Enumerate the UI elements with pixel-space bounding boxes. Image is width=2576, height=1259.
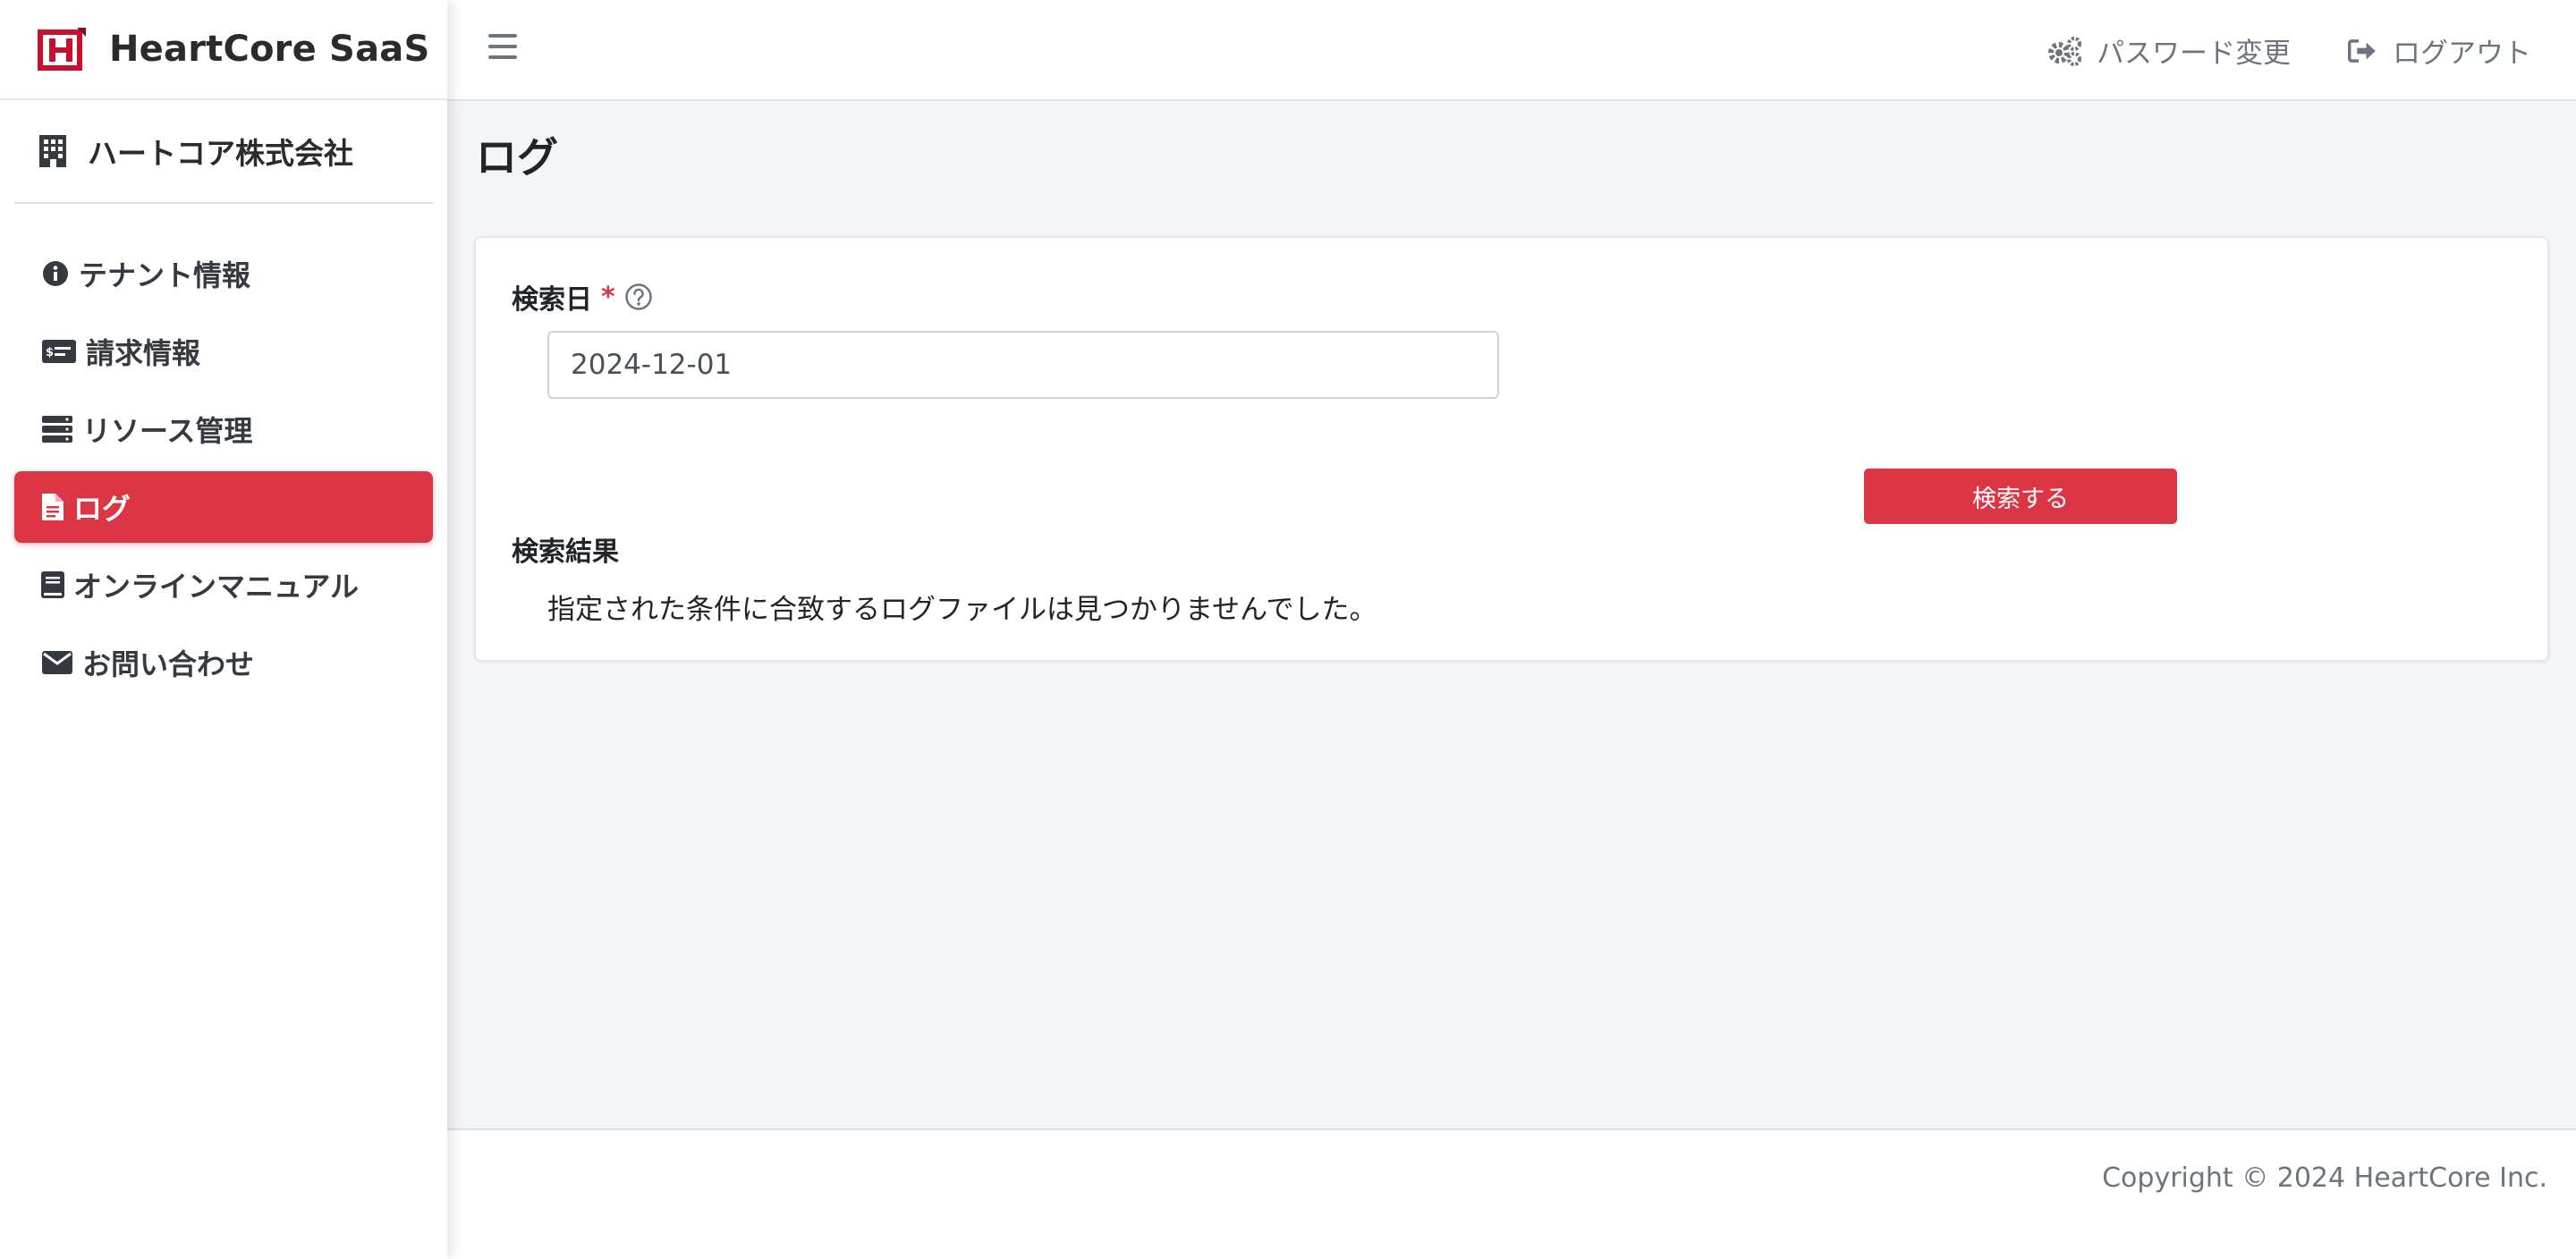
sidebar-item-online-manual[interactable]: オンラインマニュアル [14, 549, 433, 621]
svg-text:$: $ [46, 346, 54, 359]
copyright-text: Copyright © 2024 HeartCore Inc. [2102, 1162, 2547, 1194]
hamburger-icon[interactable] [488, 34, 517, 61]
question-circle-icon[interactable] [624, 283, 653, 311]
search-button[interactable]: 検索する [1864, 469, 2177, 524]
sidebar-item-label: テナント情報 [79, 258, 251, 292]
search-date-label: 検索日 [512, 284, 592, 316]
company-name: ハートコア株式会社 [88, 136, 353, 171]
sidebar-item-label: お問い合わせ [82, 647, 255, 681]
sidebar-item-label: リソース管理 [82, 414, 253, 448]
company-name-row: ハートコア株式会社 [14, 100, 433, 204]
sidebar-nav: テナント情報 $ 請求情報 リソース管理 ログ オンラインマニュアル お問い合わ… [0, 204, 447, 698]
brand-name: HeartCore SaaS [109, 29, 430, 70]
sidebar-item-billing[interactable]: $ 請求情報 [14, 316, 433, 387]
search-date-label-row: 検索日 * [512, 277, 653, 317]
sign-out-icon [2348, 38, 2376, 63]
password-change-link[interactable]: パスワード変更 [2046, 30, 2291, 71]
search-results-message: 指定された条件に合致するログファイルは見つかりませんでした。 [547, 594, 1377, 626]
search-results-title: 検索結果 [512, 537, 619, 568]
info-circle-icon [41, 259, 70, 288]
envelope-icon [41, 648, 73, 677]
building-icon [39, 135, 66, 167]
page-title: ログ [476, 133, 558, 182]
heartcore-logo-icon [38, 28, 86, 71]
server-icon [41, 415, 73, 444]
sidebar-item-label: オンラインマニュアル [73, 570, 360, 604]
sidebar-item-log[interactable]: ログ [14, 471, 433, 543]
cogs-icon [2048, 36, 2081, 66]
brand[interactable]: HeartCore SaaS [0, 0, 447, 100]
logout-label: ログアウト [2393, 38, 2531, 70]
footer: Copyright © 2024 HeartCore Inc. [447, 1128, 2576, 1259]
file-icon [41, 493, 64, 521]
password-change-label: パスワード変更 [2097, 38, 2291, 70]
sidebar-item-resource-management[interactable]: リソース管理 [14, 393, 433, 465]
sidebar: HeartCore SaaS ハートコア株式会社 テナント情報 $ 請求情報 リ… [0, 0, 447, 1259]
search-date-input[interactable] [547, 331, 1499, 399]
top-header: パスワード変更 ログアウト [447, 0, 2576, 101]
sidebar-item-tenant-info[interactable]: テナント情報 [14, 238, 433, 309]
sidebar-item-label: 請求情報 [86, 336, 201, 370]
required-mark: * [601, 281, 615, 313]
sidebar-item-label: ログ [73, 492, 131, 526]
sidebar-item-contact[interactable]: お問い合わせ [14, 627, 433, 698]
book-icon [41, 570, 64, 599]
money-bill-icon: $ [41, 337, 77, 366]
search-card: 検索日 * 検索する 検索結果 指定された条件に合致するログファイルは見つかりま… [474, 236, 2549, 662]
header-actions: パスワード変更 ログアウト [1989, 0, 2531, 101]
logout-link[interactable]: ログアウト [2348, 30, 2531, 71]
